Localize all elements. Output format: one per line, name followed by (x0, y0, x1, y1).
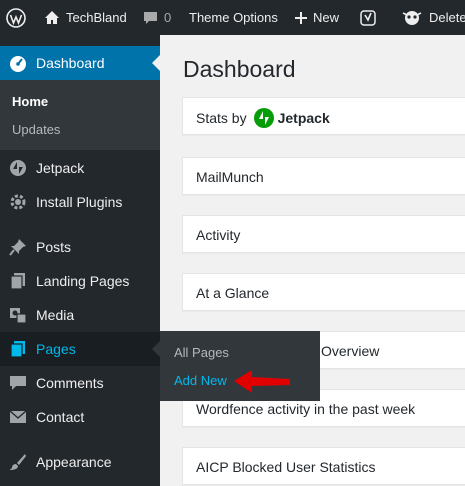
widget-title: AICP Blocked User Statistics (196, 459, 376, 475)
widget-at-a-glance[interactable]: At a Glance (182, 273, 465, 311)
comment-icon (143, 11, 158, 25)
widget-aicp-blocked-users[interactable]: AICP Blocked User Statistics (182, 447, 465, 485)
pushpin-icon (8, 237, 28, 257)
sidebar-item-label: Dashboard (36, 55, 105, 71)
dashboard-icon (8, 53, 28, 73)
theme-options-link[interactable]: Theme Options (189, 0, 278, 35)
sidebar-item-label: Pages (36, 341, 76, 357)
sidebar-item-label: Install Plugins (36, 194, 123, 210)
sidebar-item-media[interactable]: Media (0, 298, 160, 332)
current-indicator (152, 55, 160, 71)
sidebar-item-comments[interactable]: Comments (0, 366, 160, 400)
media-icon (8, 305, 28, 325)
page-title: Dashboard (183, 56, 296, 82)
sidebar-item-install-plugins[interactable]: Install Plugins (0, 185, 160, 219)
sidebar-item-appearance[interactable]: Appearance (0, 445, 160, 479)
widget-mailmunch[interactable]: MailMunch (182, 157, 465, 195)
wordpress-logo-icon[interactable] (6, 0, 26, 35)
mascot-icon (401, 9, 423, 27)
widget-title: Stats by (196, 110, 247, 126)
home-icon (44, 10, 60, 25)
plus-icon (295, 11, 307, 24)
comments-count: 0 (164, 10, 172, 25)
sidebar-item-dashboard[interactable]: Dashboard (0, 46, 160, 80)
admin-bar: TechBland 0 Theme Options New Delete (0, 0, 465, 35)
comment-icon (8, 373, 28, 393)
site-name-link[interactable]: TechBland (44, 0, 127, 35)
dashboard-submenu: Home Updates (0, 80, 160, 150)
annotation-arrow-icon (234, 370, 290, 393)
gear-icon (8, 192, 28, 212)
sidebar-item-posts[interactable]: Posts (0, 230, 160, 264)
jetpack-logo-icon (253, 108, 274, 128)
submenu-home[interactable]: Home (12, 94, 48, 109)
sidebar-item-landing-pages[interactable]: Landing Pages (0, 264, 160, 298)
yoast-seo-icon[interactable] (360, 0, 376, 35)
sidebar-item-label: Jetpack (36, 160, 85, 176)
submenu-updates[interactable]: Updates (12, 122, 60, 137)
flyout-indicator (152, 341, 160, 357)
widget-jetpack-stats[interactable]: Stats by Jetpack (182, 97, 465, 135)
admin-sidebar: Dashboard Home Updates Jetpack Install P… (0, 35, 160, 486)
sidebar-item-label: Posts (36, 239, 72, 255)
new-content-link[interactable]: New (295, 0, 339, 35)
widget-title: MailMunch (196, 169, 264, 185)
pages-icon (8, 339, 28, 359)
flyout-add-new[interactable]: Add New (174, 373, 227, 388)
widget-title: Wordfence activity in the past week (196, 401, 416, 417)
site-name: TechBland (66, 10, 127, 25)
sidebar-item-contact[interactable]: Contact (0, 400, 160, 434)
sidebar-item-label: Appearance (36, 454, 112, 470)
sidebar-item-pages[interactable]: Pages (0, 332, 160, 366)
sidebar-item-label: Media (36, 307, 75, 323)
widget-title: Overview (321, 343, 380, 359)
envelope-icon (8, 407, 28, 427)
jetpack-brand-text: Jetpack (277, 110, 330, 126)
widget-title: Activity (196, 227, 241, 243)
sidebar-item-label: Comments (36, 375, 104, 391)
paintbrush-icon (8, 452, 28, 472)
plugin-label: Delete (429, 10, 465, 25)
pages-stack-icon (8, 271, 28, 291)
flyout-all-pages[interactable]: All Pages (174, 345, 229, 360)
sidebar-item-jetpack[interactable]: Jetpack (0, 151, 160, 185)
sidebar-item-label: Contact (36, 409, 85, 425)
jetpack-icon (8, 158, 28, 178)
widget-title: At a Glance (196, 285, 270, 301)
comments-link[interactable]: 0 (143, 0, 171, 35)
sidebar-item-label: Landing Pages (36, 273, 130, 289)
widget-activity[interactable]: Activity (182, 215, 465, 253)
plugin-menu-link[interactable]: Delete (401, 0, 465, 35)
new-label: New (313, 10, 340, 25)
